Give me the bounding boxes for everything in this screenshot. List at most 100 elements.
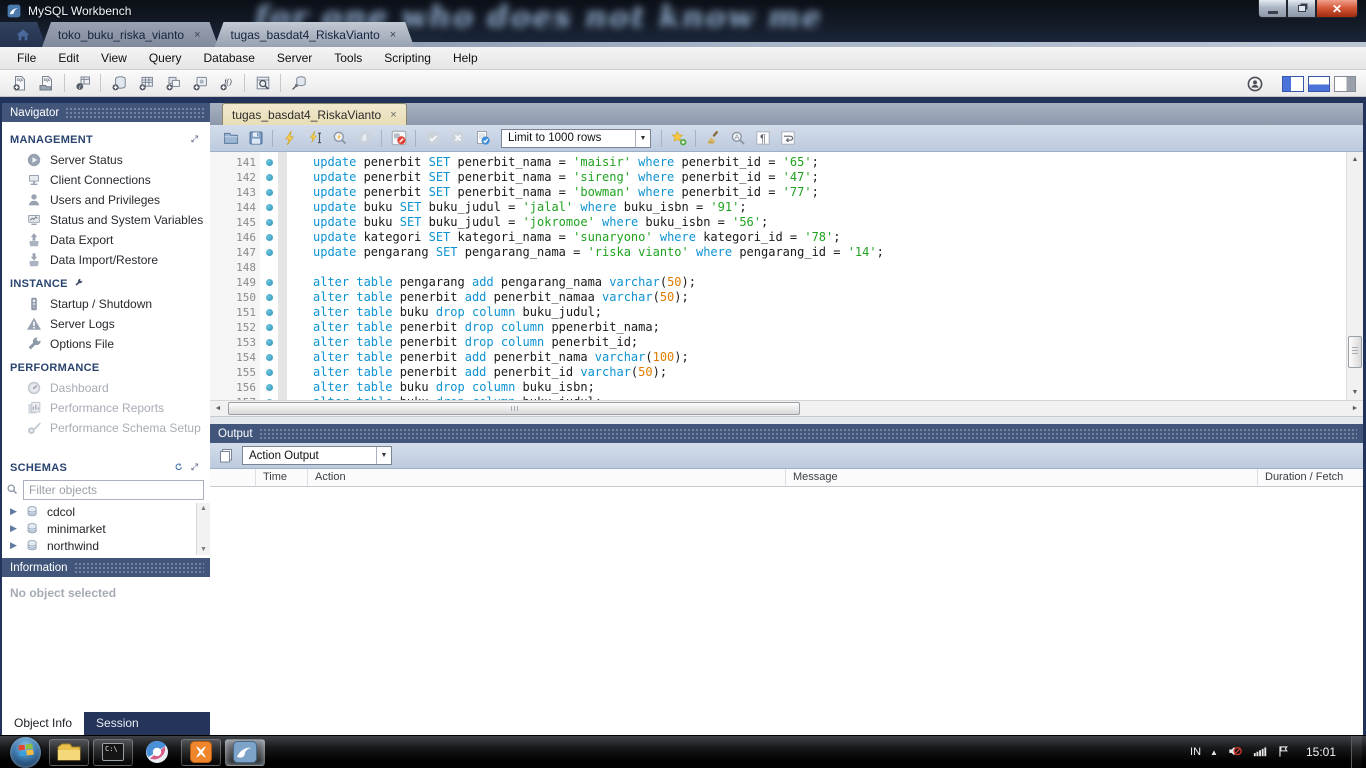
scroll-right-arrow[interactable]: ► bbox=[1347, 401, 1363, 416]
create-table-button[interactable] bbox=[132, 72, 159, 95]
sidebar-item-client-connections[interactable]: Client Connections bbox=[2, 170, 210, 190]
save-button[interactable] bbox=[243, 127, 268, 150]
schema-item-cdcol[interactable]: ▶ cdcol bbox=[2, 503, 210, 520]
vertical-scrollbar[interactable]: ▲ ▼ bbox=[1346, 152, 1363, 400]
open-file-button[interactable] bbox=[218, 127, 243, 150]
close-button[interactable]: ✕ bbox=[1316, 0, 1358, 18]
toggle-right-panel-button[interactable] bbox=[1334, 75, 1356, 92]
toggle-left-panel-button[interactable] bbox=[1282, 75, 1304, 92]
menu-database[interactable]: Database bbox=[193, 47, 266, 69]
inspector-button[interactable]: i bbox=[69, 72, 96, 95]
sidebar-item-performance-reports[interactable]: Performance Reports bbox=[2, 398, 210, 418]
execute-button[interactable] bbox=[277, 127, 302, 150]
expand-arrow-icon[interactable]: ▶ bbox=[10, 506, 19, 517]
menu-server[interactable]: Server bbox=[266, 47, 323, 69]
menu-view[interactable]: View bbox=[90, 47, 138, 69]
create-view-button[interactable] bbox=[159, 72, 186, 95]
schema-filter-input[interactable]: Filter objects bbox=[23, 480, 204, 500]
sidebar-item-status-variables[interactable]: Status and System Variables bbox=[2, 210, 210, 230]
menu-tools[interactable]: Tools bbox=[323, 47, 373, 69]
stop-button[interactable] bbox=[352, 127, 377, 150]
expand-corner-icon[interactable] bbox=[191, 462, 202, 474]
schema-item-minimarket[interactable]: ▶ minimarket bbox=[2, 520, 210, 537]
menu-help[interactable]: Help bbox=[442, 47, 489, 69]
schema-item-northwind[interactable]: ▶ northwind bbox=[2, 537, 210, 554]
sql-code-editor[interactable]: 141 update penerbit SET penerbit_nama = '… bbox=[210, 152, 1363, 400]
close-icon[interactable]: × bbox=[390, 29, 396, 41]
sidebar-item-dashboard[interactable]: Dashboard bbox=[2, 378, 210, 398]
restore-button[interactable] bbox=[1287, 0, 1316, 18]
volume-muted-icon[interactable] bbox=[1227, 745, 1243, 759]
search-table-data-button[interactable] bbox=[249, 72, 276, 95]
start-button[interactable] bbox=[10, 736, 41, 768]
sidebar-item-startup-shutdown[interactable]: Startup / Shutdown bbox=[2, 294, 210, 314]
sidebar-item-users[interactable]: Users and Privileges bbox=[2, 190, 210, 210]
show-hidden-icons[interactable]: ▲ bbox=[1210, 748, 1218, 757]
row-limit-dropdown[interactable]: Limit to 1000 rows ▼ bbox=[501, 128, 651, 148]
sidebar-item-server-status[interactable]: Server Status bbox=[2, 150, 210, 170]
horizontal-scrollbar-thumb[interactable] bbox=[228, 402, 800, 415]
vertical-scrollbar-thumb[interactable] bbox=[1348, 335, 1362, 368]
language-indicator[interactable]: IN bbox=[1190, 746, 1201, 758]
expand-arrow-icon[interactable]: ▶ bbox=[10, 540, 19, 551]
scroll-up-arrow[interactable]: ▲ bbox=[200, 505, 207, 512]
wrap-text-button[interactable] bbox=[775, 127, 800, 150]
taskbar-app-mysql-workbench[interactable] bbox=[225, 738, 265, 766]
scroll-down-arrow[interactable]: ▼ bbox=[1347, 385, 1363, 400]
open-sql-script-button[interactable]: SQL bbox=[33, 72, 60, 95]
horizontal-scrollbar[interactable]: ◄ ► bbox=[210, 400, 1363, 416]
home-tab[interactable] bbox=[0, 22, 46, 47]
editor-tab[interactable]: tugas_basdat4_RiskaVianto × bbox=[222, 103, 407, 125]
sidebar-item-performance-schema[interactable]: Performance Schema Setup bbox=[2, 418, 210, 438]
taskbar-app-cmd[interactable]: C:\ bbox=[93, 738, 133, 766]
explain-button[interactable] bbox=[327, 127, 352, 150]
invisible-chars-button[interactable]: ¶ bbox=[750, 127, 775, 150]
scroll-down-arrow[interactable]: ▼ bbox=[200, 546, 207, 553]
sidebar-item-options-file[interactable]: Options File bbox=[2, 334, 210, 354]
connection-tab[interactable]: toko_buku_riska_vianto × bbox=[42, 22, 219, 47]
taskbar-app-explorer[interactable] bbox=[49, 738, 89, 766]
toggle-bottom-panel-button[interactable] bbox=[1308, 75, 1330, 92]
taskbar-app-browser[interactable] bbox=[137, 739, 177, 766]
action-center-flag-icon[interactable] bbox=[1277, 745, 1291, 759]
toggle-autocommit-button[interactable] bbox=[470, 127, 495, 150]
sidebar-tab-session[interactable]: Session bbox=[84, 712, 151, 735]
menu-query[interactable]: Query bbox=[138, 47, 193, 69]
sidebar-item-server-logs[interactable]: Server Logs bbox=[2, 314, 210, 334]
network-signal-icon[interactable] bbox=[1252, 745, 1268, 759]
sidebar-item-data-import[interactable]: Data Import/Restore bbox=[2, 250, 210, 270]
reconnect-dbms-button[interactable] bbox=[285, 72, 312, 95]
new-sql-tab-button[interactable]: SQL bbox=[6, 72, 33, 95]
menu-scripting[interactable]: Scripting bbox=[373, 47, 442, 69]
execute-current-button[interactable] bbox=[302, 127, 327, 150]
scroll-left-arrow[interactable]: ◄ bbox=[210, 401, 226, 416]
find-button[interactable]: A bbox=[725, 127, 750, 150]
clock[interactable]: 15:01 bbox=[1300, 745, 1342, 759]
expand-arrow-icon[interactable]: ▶ bbox=[10, 523, 19, 534]
menu-file[interactable]: File bbox=[6, 47, 47, 69]
create-function-button[interactable]: f() bbox=[213, 72, 240, 95]
scroll-up-arrow[interactable]: ▲ bbox=[1347, 152, 1363, 167]
show-desktop-button[interactable] bbox=[1351, 736, 1362, 768]
create-procedure-button[interactable] bbox=[186, 72, 213, 95]
sidebar-tab-object-info[interactable]: Object Info bbox=[2, 712, 85, 735]
rollback-button[interactable] bbox=[445, 127, 470, 150]
refresh-icon[interactable] bbox=[174, 463, 185, 474]
minimize-button[interactable] bbox=[1258, 0, 1287, 18]
toggle-stop-on-error-button[interactable] bbox=[386, 127, 411, 150]
close-icon[interactable]: × bbox=[390, 109, 396, 121]
schema-list-scrollbar[interactable]: ▲ ▼ bbox=[196, 503, 210, 555]
menu-edit[interactable]: Edit bbox=[47, 47, 90, 69]
beautify-button[interactable] bbox=[700, 127, 725, 150]
account-icon[interactable] bbox=[1241, 72, 1268, 95]
panel-splitter[interactable] bbox=[210, 416, 1363, 424]
taskbar-app-xampp[interactable] bbox=[181, 738, 221, 766]
sidebar-item-data-export[interactable]: Data Export bbox=[2, 230, 210, 250]
save-snippet-button[interactable] bbox=[666, 127, 691, 150]
commit-button[interactable] bbox=[420, 127, 445, 150]
close-icon[interactable]: × bbox=[194, 29, 200, 41]
output-type-dropdown[interactable]: Action Output ▼ bbox=[242, 446, 392, 465]
expand-corner-icon[interactable] bbox=[191, 134, 202, 146]
create-schema-button[interactable] bbox=[105, 72, 132, 95]
connection-tab[interactable]: tugas_basdat4_RiskaVianto × bbox=[215, 22, 415, 47]
